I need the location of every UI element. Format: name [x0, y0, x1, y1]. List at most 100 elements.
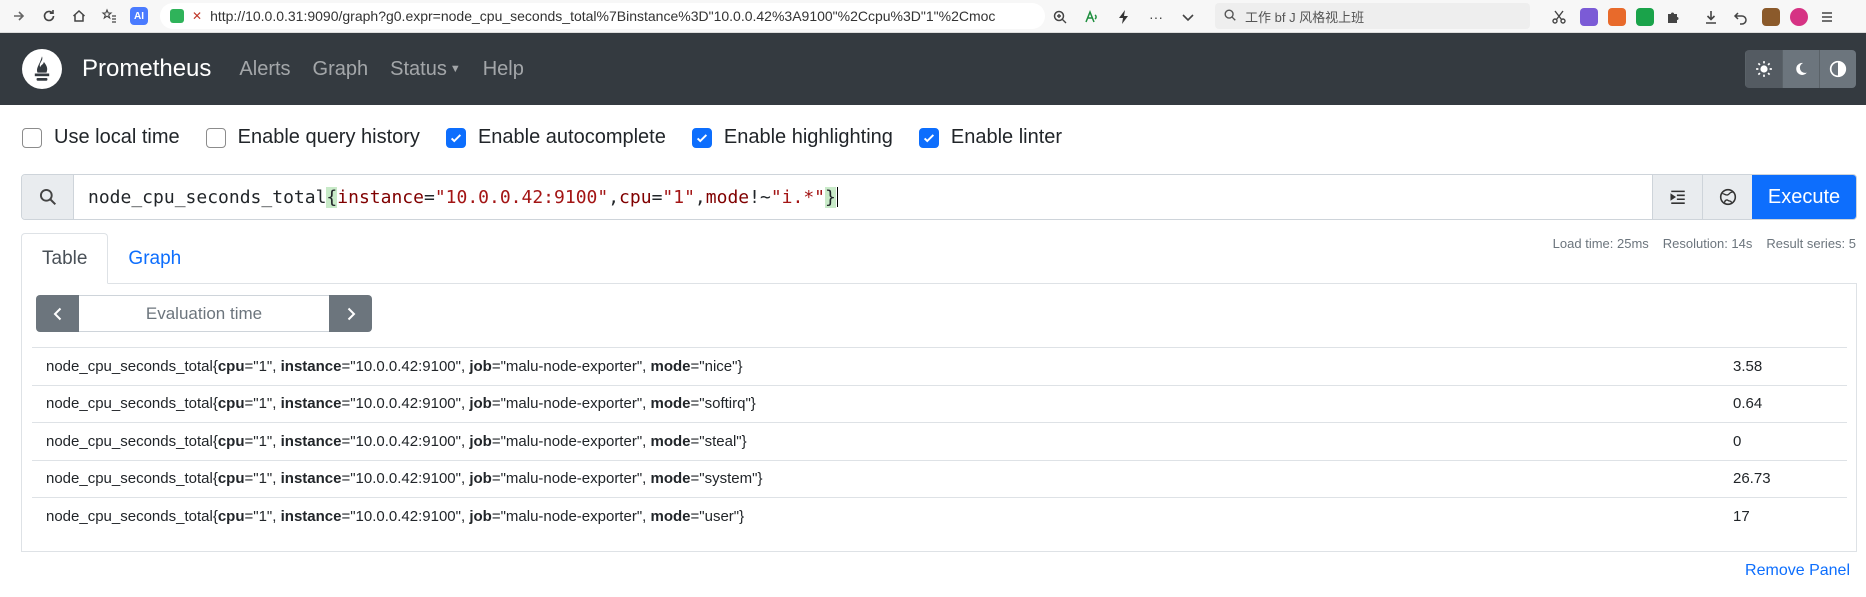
query-label-value: "1" [662, 186, 695, 208]
check-icon [696, 133, 707, 142]
url-text: http://10.0.0.31:9090/graph?g0.expr=node… [210, 8, 996, 24]
format-icon [1669, 190, 1685, 204]
ai-assistant-icon[interactable]: AI [128, 5, 150, 27]
nav-alerts[interactable]: Alerts [239, 58, 290, 81]
metrics-explorer-button[interactable] [1702, 175, 1752, 219]
nav-status[interactable]: Status ▼ [390, 58, 461, 81]
label-key: cpu [217, 357, 245, 375]
zoom-icon[interactable] [1049, 6, 1071, 28]
address-bar[interactable]: ✕ http://10.0.0.31:9090/graph?g0.expr=no… [160, 3, 1045, 29]
translate-extension-icon[interactable] [1580, 8, 1598, 26]
format-expression-button[interactable] [1652, 175, 1702, 219]
read-aloud-icon[interactable] [1081, 6, 1103, 28]
auto-theme-button[interactable] [1819, 50, 1856, 88]
home-icon[interactable] [68, 5, 90, 27]
checkbox-checked[interactable] [691, 127, 712, 148]
table-panel: Evaluation time node_cpu_seconds_total{c… [21, 283, 1857, 552]
label-value: "malu-node-exporter" [500, 470, 643, 488]
sun-icon [1756, 61, 1772, 77]
option-enable-autocomplete[interactable]: Enable autocomplete [445, 126, 666, 149]
query-operator: = [651, 186, 663, 208]
lightning-icon[interactable] [1113, 6, 1135, 28]
undo-icon[interactable] [1730, 6, 1752, 28]
label-value: "10.0.0.42:9100" [350, 432, 461, 450]
label-value: "malu-node-exporter" [500, 395, 643, 413]
table-row: node_cpu_seconds_total{cpu="1", instance… [32, 347, 1847, 385]
label-value: "10.0.0.42:9100" [350, 357, 461, 375]
label-value: "nice" [699, 357, 738, 375]
more-icon[interactable]: ··· [1145, 6, 1167, 28]
download-icon[interactable] [1700, 6, 1722, 28]
game-extension-icon[interactable] [1608, 8, 1626, 26]
previous-time-button[interactable] [36, 295, 79, 332]
nav-graph[interactable]: Graph [313, 58, 369, 81]
evaluation-time-input[interactable]: Evaluation time [79, 295, 329, 332]
contrast-icon [1829, 60, 1847, 78]
series-metric-name: node_cpu_seconds_total [46, 470, 213, 488]
tab-table[interactable]: Table [21, 233, 109, 284]
nav-help[interactable]: Help [483, 58, 524, 81]
query-options: Use local time Enable query history Enab… [22, 126, 1088, 149]
puzzle-icon[interactable] [1662, 6, 1684, 28]
brand-title[interactable]: Prometheus [82, 55, 211, 83]
reload-icon[interactable] [38, 5, 60, 27]
option-enable-linter[interactable]: Enable linter [918, 126, 1062, 149]
menu-icon[interactable] [1816, 6, 1838, 28]
series-metric-name: node_cpu_seconds_total [46, 395, 213, 413]
check-icon [923, 133, 934, 142]
query-label-name: cpu [619, 186, 652, 208]
globe-icon [1719, 188, 1736, 206]
browser-search[interactable]: 工作 bf J 风格视上班 [1215, 3, 1530, 29]
checkbox-checked[interactable] [445, 127, 466, 148]
option-use-local-time[interactable]: Use local time [22, 126, 180, 149]
checkbox-checked[interactable] [918, 127, 939, 148]
checkbox[interactable] [22, 127, 42, 148]
query-comma: , [608, 186, 620, 208]
label-key: cpu [217, 507, 245, 525]
search-icon [1223, 8, 1237, 25]
text-cursor [836, 187, 838, 207]
next-time-button[interactable] [329, 295, 372, 332]
chevron-down-icon[interactable] [1177, 6, 1199, 28]
label-key: mode [650, 432, 691, 450]
option-label: Enable highlighting [723, 126, 893, 148]
label-key: cpu [217, 470, 245, 488]
prometheus-logo-icon[interactable] [22, 49, 62, 89]
series-labels: node_cpu_seconds_total{cpu="1", instance… [46, 432, 747, 450]
checkbox[interactable] [205, 127, 226, 148]
dark-theme-button[interactable] [1782, 50, 1819, 88]
expression-input[interactable]: node_cpu_seconds_total{instance = "10.0.0.… [74, 175, 1652, 219]
moon-icon [1796, 62, 1807, 75]
option-label: Enable autocomplete [477, 126, 666, 148]
green-extension-icon[interactable] [1636, 8, 1654, 26]
label-value: "10.0.0.42:9100" [350, 470, 461, 488]
profile-icon[interactable] [1790, 8, 1808, 26]
option-enable-query-history[interactable]: Enable query history [205, 126, 420, 149]
series-labels: node_cpu_seconds_total{cpu="1", instance… [46, 357, 743, 375]
tab-graph[interactable]: Graph [108, 233, 201, 284]
browser-toolbar: AI ✕ http://10.0.0.31:9090/graph?g0.expr… [0, 0, 1866, 33]
label-value: "steal" [699, 432, 742, 450]
series-labels: node_cpu_seconds_total{cpu="1", instance… [46, 507, 745, 525]
option-enable-highlighting[interactable]: Enable highlighting [691, 126, 893, 149]
favorites-icon[interactable] [98, 5, 120, 27]
light-theme-button[interactable] [1745, 50, 1782, 88]
briefcase-icon[interactable] [1762, 8, 1780, 26]
option-label: Use local time [54, 126, 180, 148]
shield-icon [170, 9, 184, 23]
label-key: job [469, 470, 492, 488]
series-metric-name: node_cpu_seconds_total [46, 357, 213, 375]
label-key: job [469, 357, 492, 375]
chevron-left-icon [53, 307, 61, 320]
result-series: Result series: 5 [1766, 236, 1856, 251]
forward-icon[interactable] [8, 5, 30, 27]
execute-button[interactable]: Execute [1752, 175, 1856, 219]
label-key: job [469, 432, 492, 450]
resolution: Resolution: 14s [1662, 236, 1753, 251]
scissors-icon[interactable] [1548, 6, 1570, 28]
remove-panel-link[interactable]: Remove Panel [1745, 562, 1850, 580]
nav-status-label: Status [390, 57, 447, 80]
label-key: instance [280, 507, 342, 525]
extension-icons [1540, 6, 1838, 28]
query-label-name: instance [337, 186, 424, 208]
